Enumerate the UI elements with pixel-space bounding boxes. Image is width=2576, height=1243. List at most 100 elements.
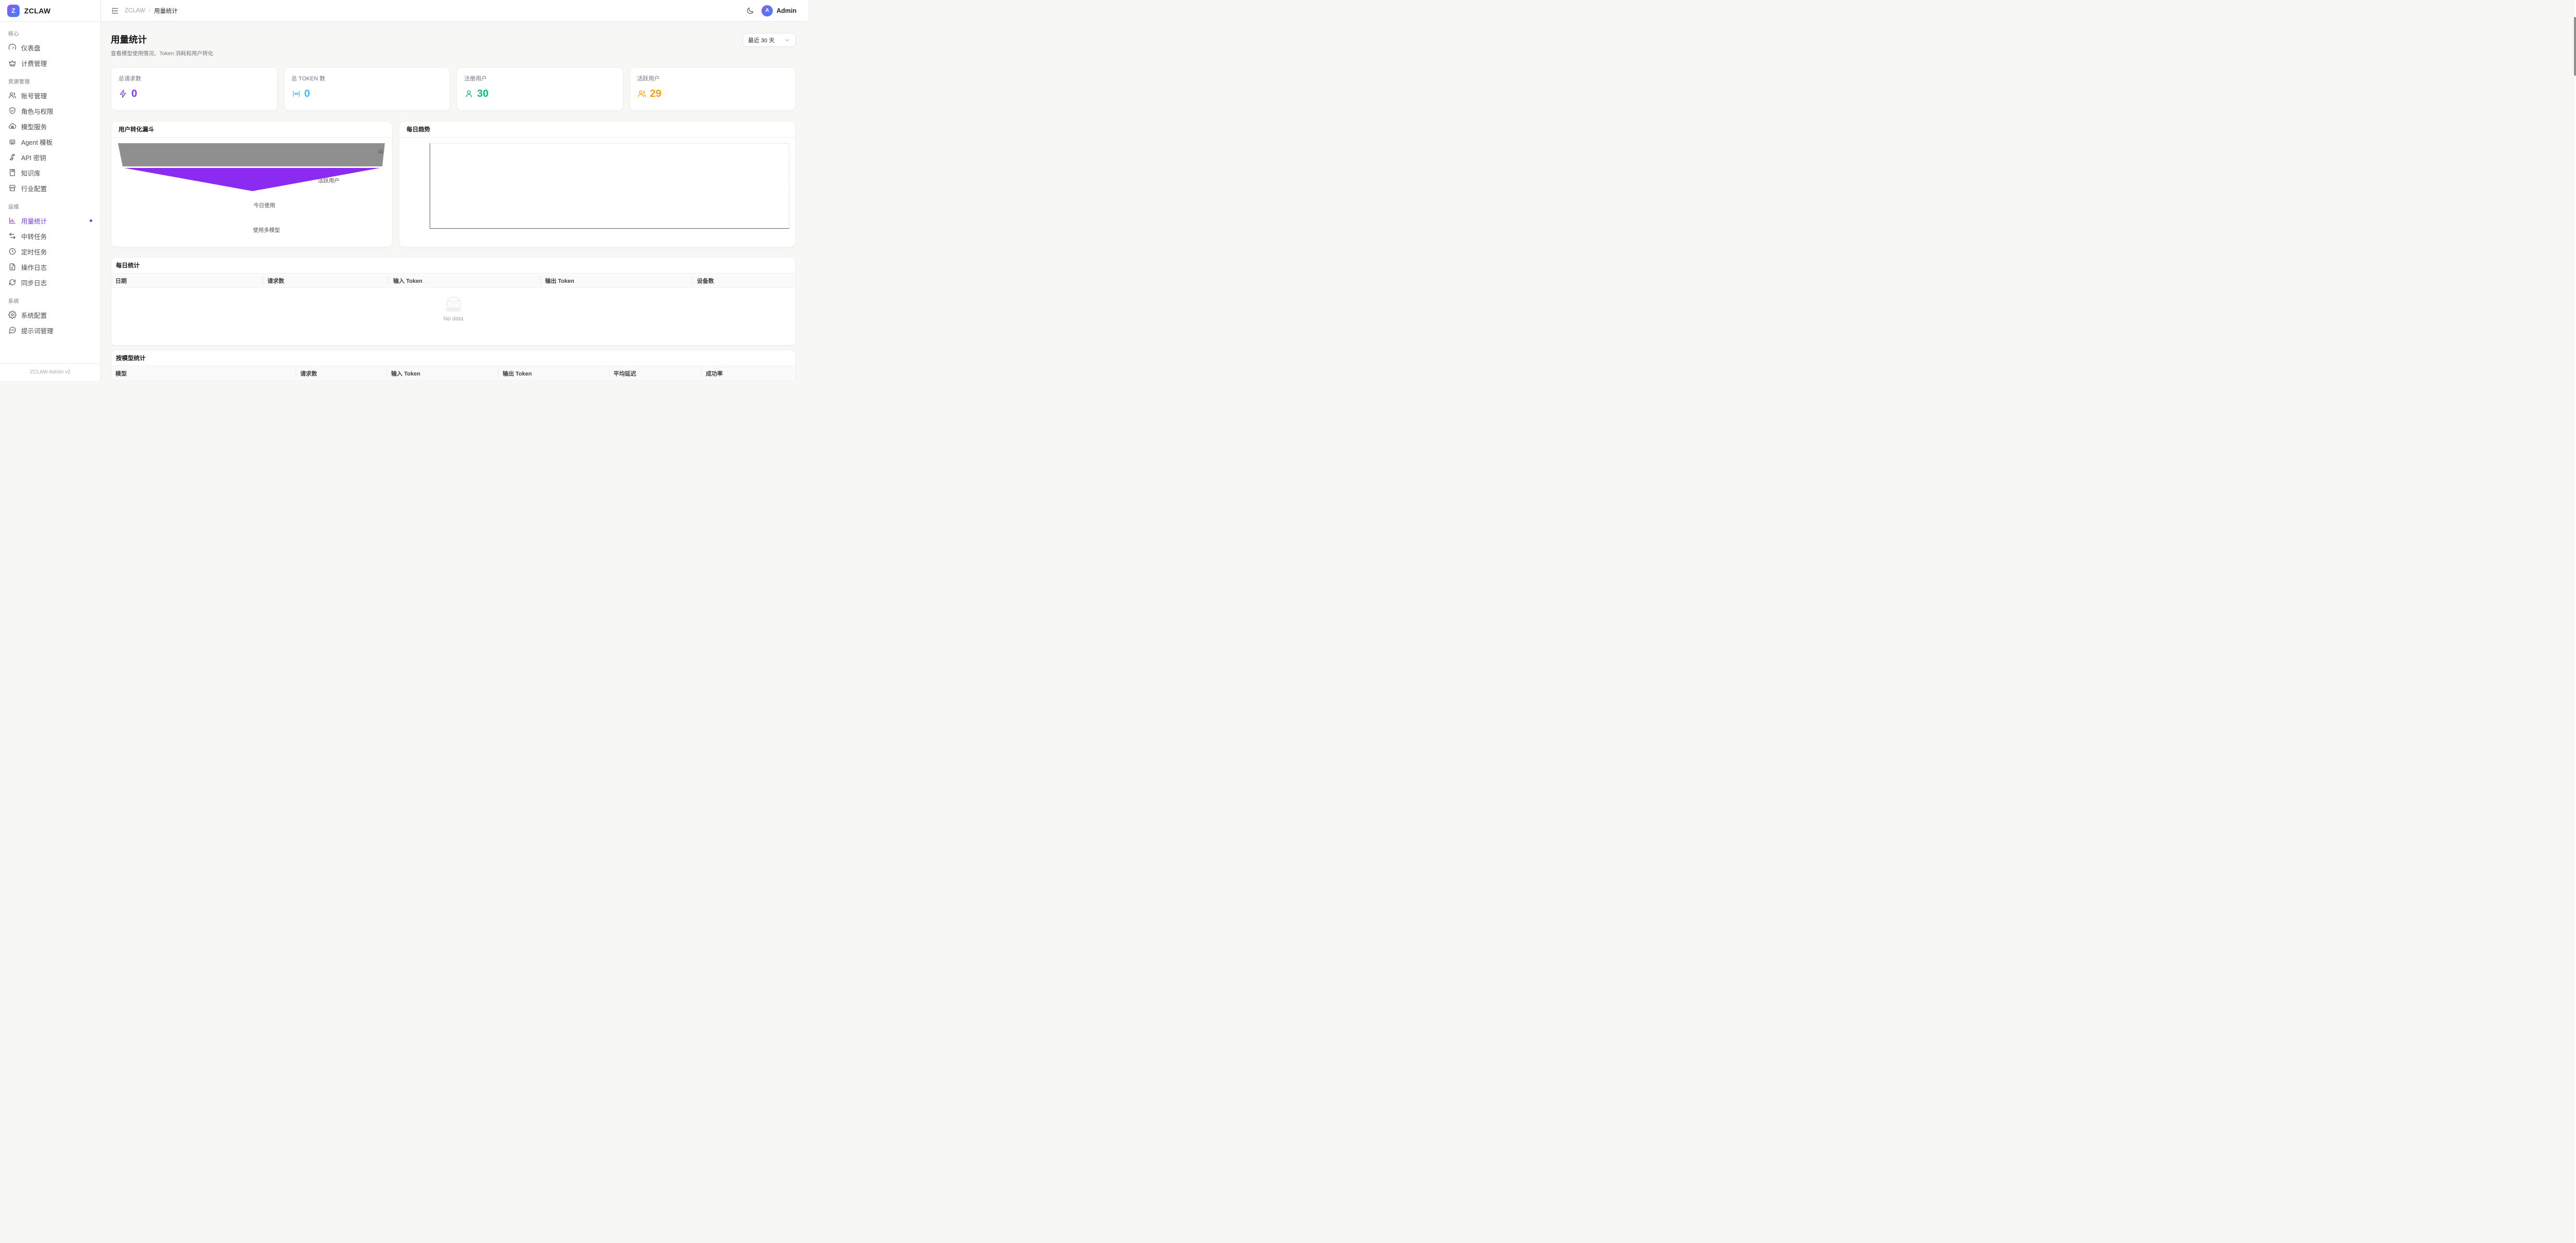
sidebar-item-label: 账号管理 xyxy=(21,91,47,100)
sidebar-item-label: 操作日志 xyxy=(21,262,47,272)
user-menu[interactable]: A Admin xyxy=(761,5,796,16)
zap-icon xyxy=(118,89,128,98)
sidebar-collapse-icon[interactable] xyxy=(111,7,119,15)
theme-toggle-moon-icon[interactable] xyxy=(746,7,754,15)
stat-value: 0 xyxy=(131,89,137,99)
stat-value: 29 xyxy=(650,89,662,99)
column-header[interactable]: 输出 Token xyxy=(499,366,609,381)
page-title: 用量统计 xyxy=(111,33,213,46)
main: ZCLAW / 用量统计 A Admin 用量统计 查看模型使用情况、Token… xyxy=(101,0,808,381)
sync-icon xyxy=(8,278,16,286)
breadcrumb-current: 用量统计 xyxy=(154,7,178,15)
sidebar-section-label: 核心 xyxy=(0,23,100,40)
users-icon xyxy=(637,89,647,98)
stat-card-active-users: 活跃用户29 xyxy=(630,67,796,111)
model-stats-title: 按模型统计 xyxy=(111,350,795,366)
sidebar-item-label: 模型服务 xyxy=(21,122,47,131)
sidebar-item-agent-templates[interactable]: Agent 模板 xyxy=(0,134,100,149)
sidebar-item-roles-permissions[interactable]: 角色与权限 xyxy=(0,103,100,118)
column-header[interactable]: 设备数 xyxy=(693,274,795,288)
sidebar-item-usage-stats[interactable]: 用量统计 xyxy=(0,213,100,228)
daily-stats-table: 日期请求数输入 Token输出 Token设备数 xyxy=(111,273,795,288)
sidebar: Z ZCLAW 核心仪表盘计费管理资源管理账号管理角色与权限模型服务 Agent … xyxy=(0,0,101,381)
empty-state: No data xyxy=(111,288,795,322)
page-subtitle: 查看模型使用情况、Token 消耗和用户转化 xyxy=(111,49,213,57)
column-header[interactable]: 输入 Token xyxy=(389,274,541,288)
stat-card-registered-users: 注册用户 30 xyxy=(456,67,623,111)
funnel-stage-active[interactable] xyxy=(124,168,380,191)
crown-icon xyxy=(8,59,16,67)
empty-text: No data xyxy=(444,316,464,322)
sidebar-item-api-keys[interactable]: API 密钥 xyxy=(0,149,100,165)
funnel-label-active: 活跃用户 xyxy=(318,177,340,184)
sidebar-item-dashboard[interactable]: 仪表盘 xyxy=(0,40,100,55)
model-stats-card: 按模型统计 模型请求数输入 Token输出 Token平均延迟成功率 xyxy=(111,350,796,381)
column-header[interactable]: 输出 Token xyxy=(541,274,693,288)
sidebar-item-prompt-management[interactable]: 提示词管理 xyxy=(0,322,100,338)
sidebar-item-label: 仪表盘 xyxy=(21,43,41,53)
sidebar-item-label: 系统配置 xyxy=(21,310,47,320)
funnel-card: 用户转化漏斗 注 活跃用户 今日使用 使用多模型 xyxy=(111,121,393,247)
sidebar-item-cron-tasks[interactable]: 定时任务 xyxy=(0,244,100,259)
column-header[interactable]: 日期 xyxy=(111,274,263,288)
stat-card-total-tokens: 总 TOKEN 数0 xyxy=(284,67,451,111)
sidebar-item-label: 提示词管理 xyxy=(21,326,54,335)
breadcrumb-separator: / xyxy=(149,8,150,14)
daily-table-header-row: 日期请求数输入 Token输出 Token设备数 xyxy=(111,274,795,288)
breadcrumb-root[interactable]: ZCLAW xyxy=(125,8,145,14)
sidebar-item-relay-tasks[interactable]: 中转任务 xyxy=(0,228,100,244)
column-header[interactable]: 输入 Token xyxy=(387,366,498,381)
column-header[interactable]: 请求数 xyxy=(263,274,389,288)
sidebar-item-model-services[interactable]: 模型服务 xyxy=(0,118,100,134)
sidebar-item-label: 行业配置 xyxy=(21,183,47,193)
sidebar-item-operation-logs[interactable]: 操作日志 xyxy=(0,259,100,275)
sidebar-footer: ZCLAW Admin v2 xyxy=(0,363,100,381)
column-header[interactable]: 请求数 xyxy=(296,366,387,381)
sidebar-section-label: 资源管理 xyxy=(0,71,100,88)
chart-icon xyxy=(8,216,16,225)
users-icon xyxy=(8,91,16,99)
funnel-label-today: 今日使用 xyxy=(253,201,275,209)
scrollbar-thumb[interactable] xyxy=(2574,17,2576,76)
chevron-down-icon xyxy=(784,37,790,43)
funnel-label-registered: 注 xyxy=(377,148,385,155)
stat-label: 注册用户 xyxy=(464,74,616,82)
sidebar-item-system-config[interactable]: 系统配置 xyxy=(0,307,100,322)
sidebar-item-accounts[interactable]: 账号管理 xyxy=(0,88,100,103)
sidebar-item-industry-config[interactable]: 行业配置 xyxy=(0,180,100,196)
funnel-stage-registered[interactable] xyxy=(118,143,385,166)
trend-chart xyxy=(399,138,795,247)
sidebar-item-sync-logs[interactable]: 同步日志 xyxy=(0,275,100,290)
trend-plot-area xyxy=(430,143,789,229)
brand-logo: Z xyxy=(7,5,20,17)
sidebar-item-billing[interactable]: 计费管理 xyxy=(0,55,100,71)
column-header[interactable]: 平均延迟 xyxy=(609,366,702,381)
gear-icon xyxy=(8,311,16,319)
column-header[interactable]: 成功率 xyxy=(702,366,795,381)
cloud-icon xyxy=(8,122,16,130)
token-icon xyxy=(292,89,301,98)
sidebar-item-label: Agent 模板 xyxy=(21,137,53,147)
avatar: A xyxy=(761,5,773,16)
scrollbar[interactable] xyxy=(2573,0,2576,1243)
stats-row: 总请求数0总 TOKEN 数0注册用户30活跃用户29 xyxy=(111,67,796,111)
user-icon xyxy=(464,89,473,98)
bot-icon xyxy=(8,138,16,146)
transfer-icon xyxy=(8,232,16,240)
column-header[interactable]: 模型 xyxy=(111,366,296,381)
date-range-select[interactable]: 最近 30 天 xyxy=(742,33,796,47)
daily-stats-card: 每日统计 日期请求数输入 Token输出 Token设备数 No data xyxy=(111,257,796,346)
model-table-header-row: 模型请求数输入 Token输出 Token平均延迟成功率 xyxy=(111,366,795,381)
sidebar-section-label: 运维 xyxy=(0,196,100,213)
sidebar-item-label: 定时任务 xyxy=(21,247,47,257)
sidebar-item-label: API 密钥 xyxy=(21,152,46,162)
sidebar-item-knowledge-base[interactable]: 知识库 xyxy=(0,165,100,180)
funnel-chart xyxy=(111,138,393,247)
sidebar-section-label: 系统 xyxy=(0,290,100,307)
stat-value: 30 xyxy=(477,89,488,99)
sidebar-item-label: 中转任务 xyxy=(21,231,47,241)
topbar-right: A Admin xyxy=(746,5,796,16)
sidebar-item-label: 角色与权限 xyxy=(21,106,54,116)
user-name: Admin xyxy=(776,7,796,14)
brand-name: ZCLAW xyxy=(24,7,50,15)
